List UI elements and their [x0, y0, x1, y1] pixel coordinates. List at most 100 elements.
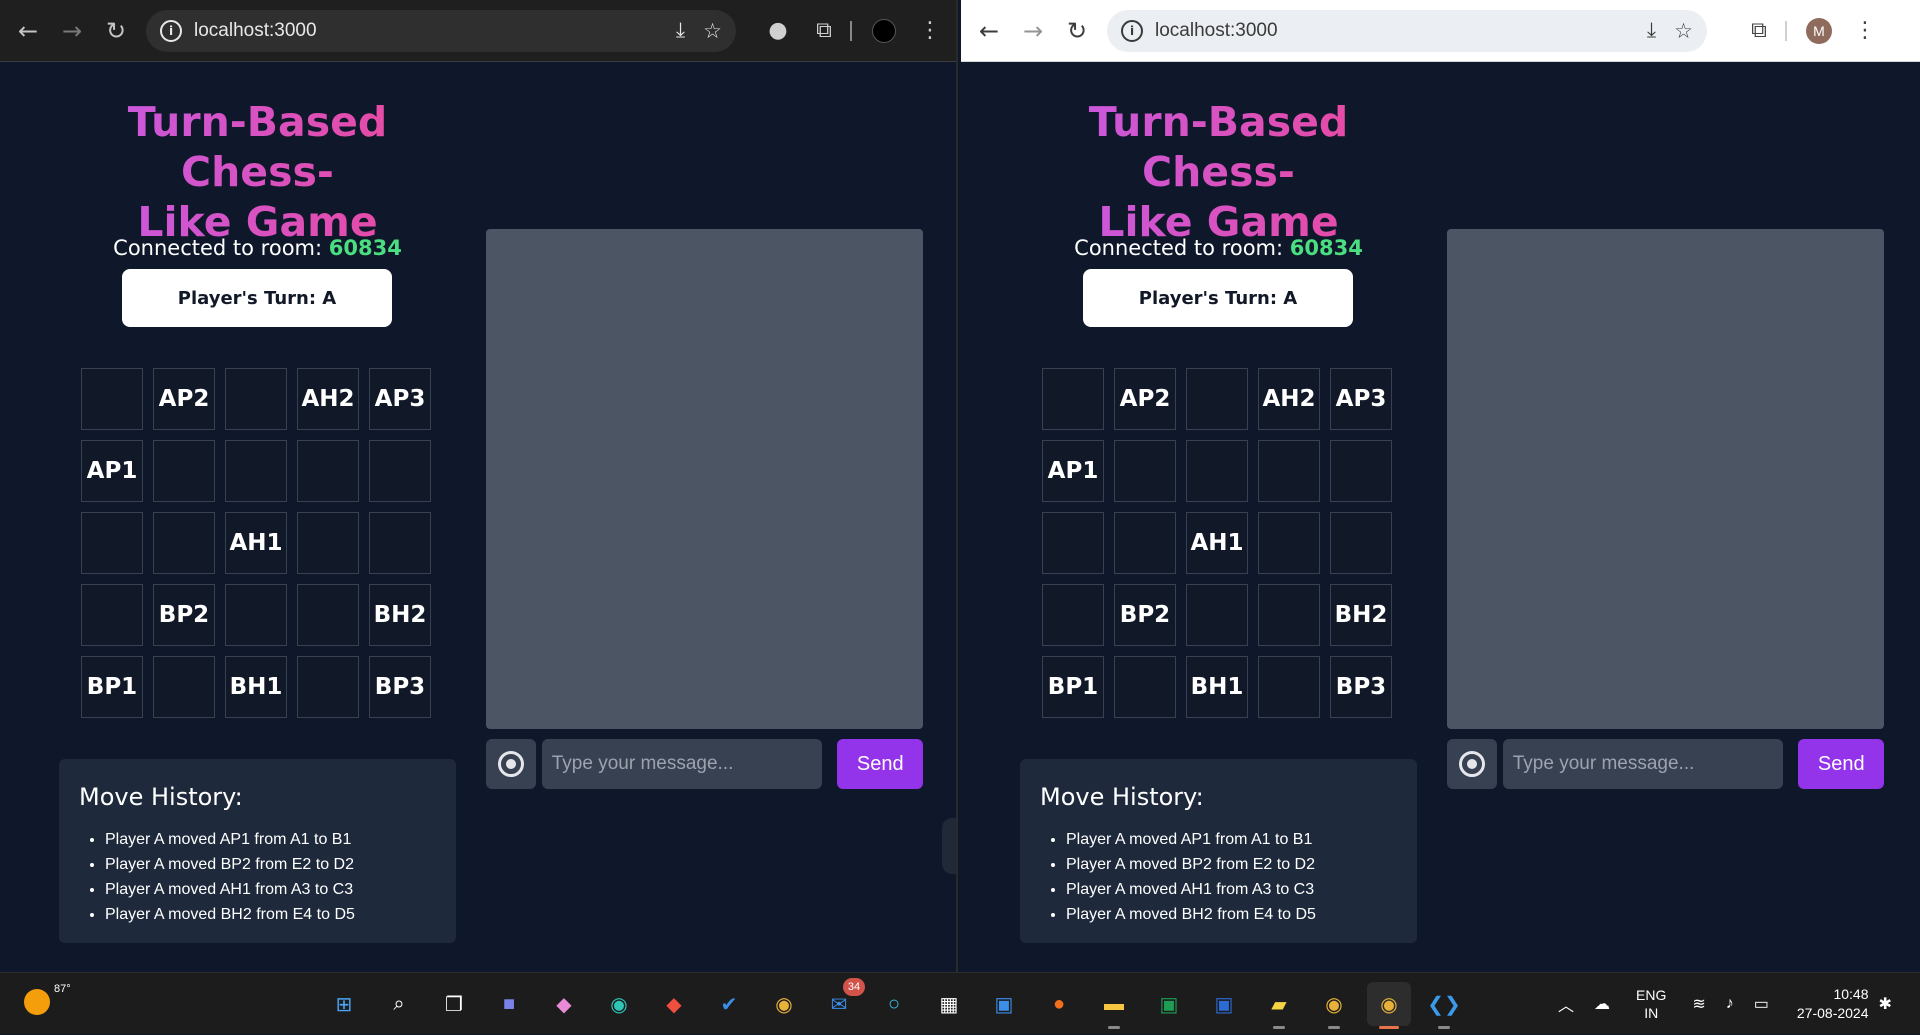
- board-cell[interactable]: [81, 512, 143, 574]
- board-cell[interactable]: [1258, 440, 1320, 502]
- chevron-up-icon[interactable]: ︿: [1558, 992, 1574, 1016]
- board-cell[interactable]: [369, 440, 431, 502]
- battery-icon[interactable]: ▭: [1754, 994, 1769, 1014]
- board-cell[interactable]: [153, 512, 215, 574]
- file-explorer-icon[interactable]: ▬: [1092, 982, 1136, 1029]
- profile-avatar[interactable]: M: [1799, 11, 1839, 51]
- board-cell[interactable]: AP1: [81, 440, 143, 502]
- word-icon[interactable]: ▣: [1202, 982, 1246, 1026]
- video-call-icon[interactable]: ■: [487, 982, 531, 1026]
- excel-icon[interactable]: ▣: [1147, 982, 1191, 1026]
- firefox-icon[interactable]: ●: [1037, 982, 1081, 1026]
- edge-icon[interactable]: ◉: [597, 982, 641, 1026]
- board-cell[interactable]: [81, 368, 143, 430]
- board-cell[interactable]: [297, 656, 359, 718]
- weather-widget[interactable]: 87°: [24, 983, 71, 1015]
- board-cell[interactable]: BH1: [225, 656, 287, 718]
- toggle-visibility-button[interactable]: [486, 739, 536, 789]
- forward-icon[interactable]: →: [1011, 9, 1055, 53]
- board-cell[interactable]: AH2: [1258, 368, 1320, 430]
- board-cell[interactable]: [153, 656, 215, 718]
- address-bar[interactable]: i localhost:3000 ⤓ ☆: [1107, 9, 1707, 52]
- back-icon[interactable]: ←: [967, 9, 1011, 53]
- site-info-icon[interactable]: i: [1121, 19, 1143, 42]
- board-cell[interactable]: [81, 584, 143, 646]
- chrome-icon[interactable]: ◉: [762, 982, 806, 1026]
- board-cell[interactable]: [1258, 512, 1320, 574]
- board-cell[interactable]: AP2: [1114, 368, 1176, 430]
- toggle-visibility-button[interactable]: [1447, 739, 1497, 789]
- board-cell[interactable]: [1258, 656, 1320, 718]
- board-cell[interactable]: [297, 584, 359, 646]
- board-cell[interactable]: AP3: [1330, 368, 1392, 430]
- reload-icon[interactable]: ↻: [94, 9, 138, 53]
- board-cell[interactable]: [369, 512, 431, 574]
- board-cell[interactable]: [1330, 440, 1392, 502]
- bookmark-star-icon[interactable]: ☆: [1674, 19, 1693, 43]
- board-cell[interactable]: [297, 512, 359, 574]
- reload-icon[interactable]: ↻: [1055, 9, 1099, 53]
- board-cell[interactable]: [1114, 656, 1176, 718]
- chat-message-input[interactable]: [541, 739, 823, 789]
- board-cell[interactable]: [1186, 368, 1248, 430]
- search-icon[interactable]: ⌕: [377, 982, 421, 1026]
- board-cell[interactable]: [1186, 440, 1248, 502]
- board-cell[interactable]: [225, 440, 287, 502]
- wifi-icon[interactable]: ≋: [1692, 994, 1705, 1014]
- board-cell[interactable]: BP2: [1114, 584, 1176, 646]
- chrome-profile-icon[interactable]: ◉: [1312, 982, 1356, 1029]
- board-cell[interactable]: [1114, 440, 1176, 502]
- board-cell[interactable]: [1042, 584, 1104, 646]
- board-cell[interactable]: AH1: [225, 512, 287, 574]
- task-view-icon[interactable]: ❐: [432, 982, 476, 1026]
- vscode-icon[interactable]: ❮❯: [1422, 982, 1466, 1029]
- board-cell[interactable]: [1186, 584, 1248, 646]
- chat-message-input[interactable]: [1502, 739, 1784, 789]
- board-cell[interactable]: BP1: [81, 656, 143, 718]
- chat-messages-panel[interactable]: [1447, 229, 1884, 729]
- language-indicator[interactable]: ENG IN: [1636, 986, 1666, 1022]
- board-cell[interactable]: [1042, 512, 1104, 574]
- menu-kebab-icon[interactable]: ⋮: [1845, 11, 1885, 51]
- mail-icon[interactable]: ✉ 34: [817, 978, 865, 1026]
- cortana-icon[interactable]: ○: [872, 982, 916, 1026]
- board-cell[interactable]: AP3: [369, 368, 431, 430]
- install-icon[interactable]: ⤓: [676, 18, 685, 43]
- forward-icon[interactable]: →: [50, 9, 94, 53]
- extensions-puzzle-icon[interactable]: ⧉: [1739, 11, 1779, 51]
- board-cell[interactable]: BP1: [1042, 656, 1104, 718]
- board-cell[interactable]: [1114, 512, 1176, 574]
- chrome-active-icon[interactable]: ◉: [1367, 982, 1411, 1029]
- git-icon[interactable]: ◆: [652, 982, 696, 1026]
- board-cell[interactable]: BP3: [1330, 656, 1392, 718]
- address-url[interactable]: localhost:3000: [1155, 20, 1629, 42]
- board-cell[interactable]: [153, 440, 215, 502]
- menu-kebab-icon[interactable]: ⋮: [910, 11, 950, 51]
- board-cell[interactable]: BP2: [153, 584, 215, 646]
- sticky-notes-icon[interactable]: ▰: [1257, 982, 1301, 1029]
- notifications-icon[interactable]: ✱: [1879, 994, 1892, 1014]
- board-cell[interactable]: BP3: [369, 656, 431, 718]
- address-bar[interactable]: i localhost:3000 ⤓ ☆: [146, 9, 736, 52]
- send-button[interactable]: Send: [1798, 739, 1884, 789]
- clock[interactable]: 10:48 27-08-2024: [1797, 985, 1869, 1023]
- todo-icon[interactable]: ✔: [707, 982, 751, 1026]
- copilot-icon[interactable]: ◆: [542, 982, 586, 1026]
- board-cell[interactable]: BH2: [369, 584, 431, 646]
- site-info-icon[interactable]: i: [160, 19, 182, 42]
- profile-avatar[interactable]: [864, 11, 904, 51]
- board-cell[interactable]: [225, 368, 287, 430]
- extensions-puzzle-icon[interactable]: ⧉: [804, 11, 844, 51]
- vscode-alt-icon[interactable]: ▣: [982, 982, 1026, 1026]
- start-icon[interactable]: ⊞: [322, 982, 366, 1026]
- board-cell[interactable]: AH2: [297, 368, 359, 430]
- board-cell[interactable]: [297, 440, 359, 502]
- board-cell[interactable]: [1042, 368, 1104, 430]
- board-cell[interactable]: [1330, 512, 1392, 574]
- cloud-icon[interactable]: ☁: [1594, 994, 1610, 1014]
- bookmark-star-icon[interactable]: ☆: [703, 19, 722, 43]
- volume-icon[interactable]: ♪: [1726, 995, 1734, 1013]
- board-cell[interactable]: BH2: [1330, 584, 1392, 646]
- chat-messages-panel[interactable]: [486, 229, 923, 729]
- board-cell[interactable]: BH1: [1186, 656, 1248, 718]
